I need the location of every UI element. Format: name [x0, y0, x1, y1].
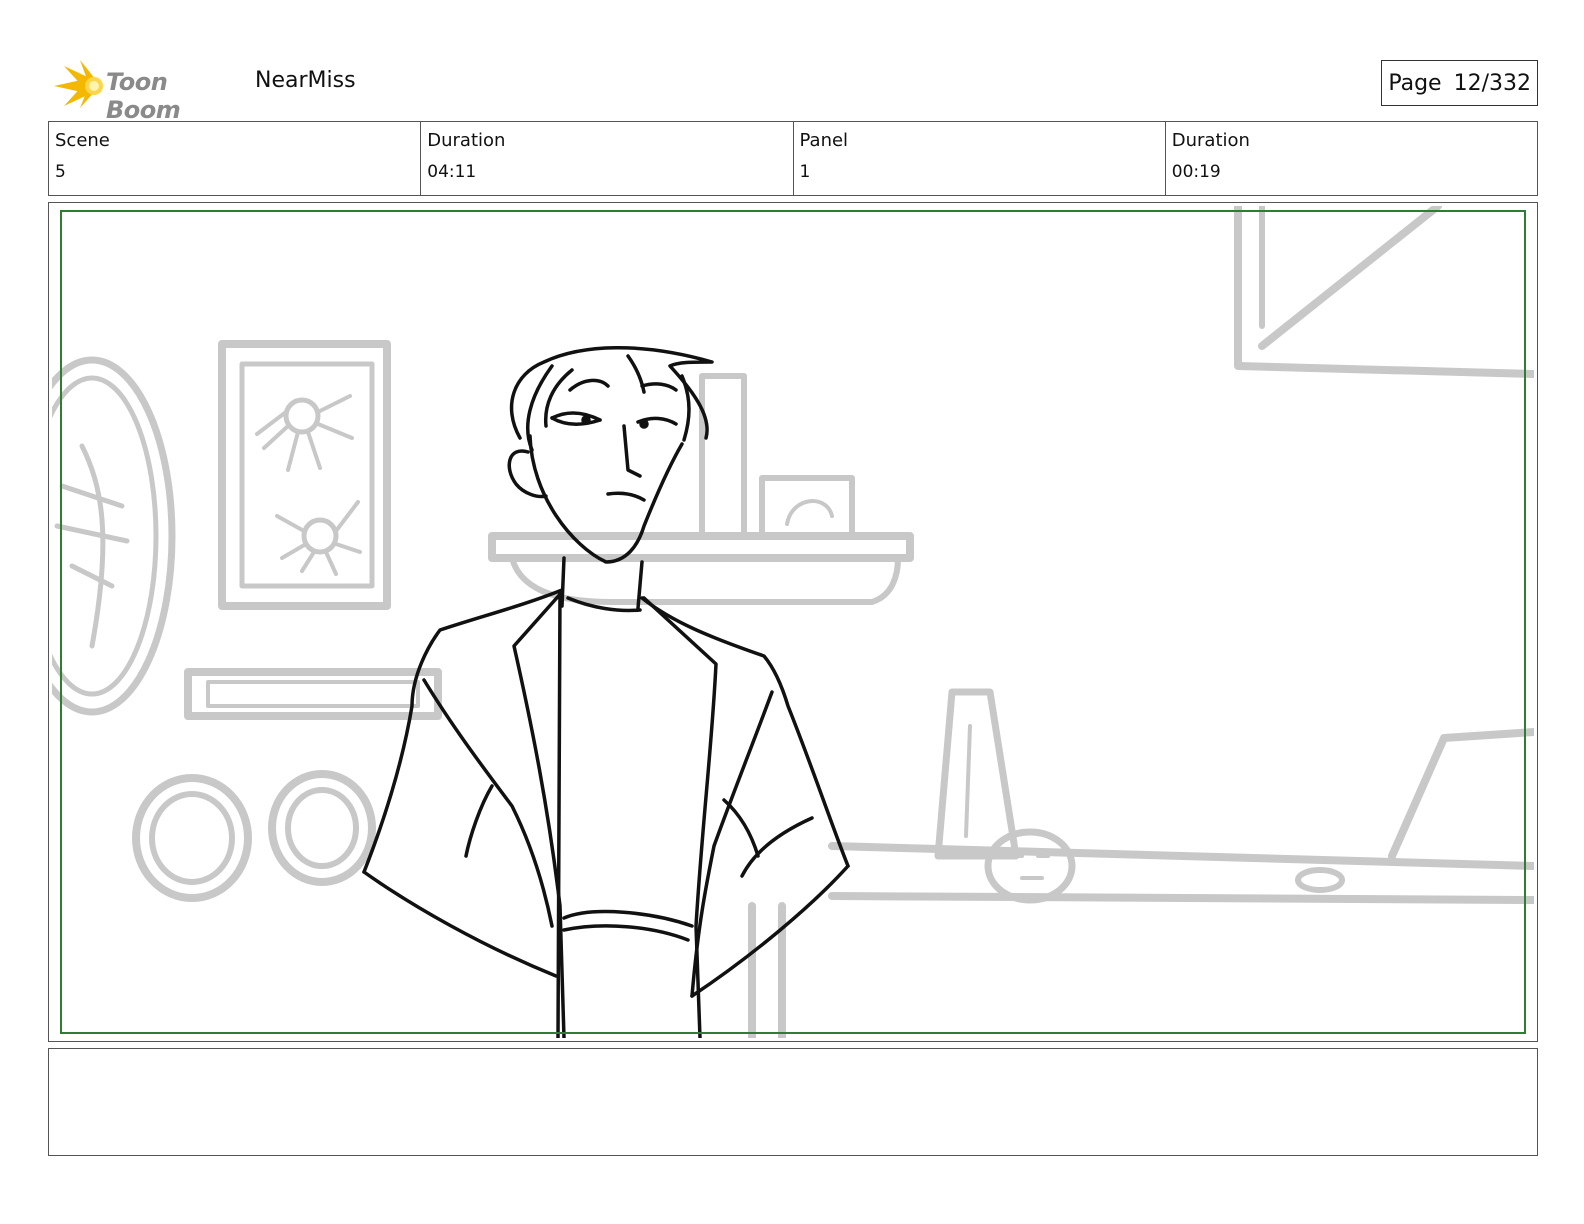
scene-duration-value: 04:11	[427, 162, 477, 182]
scene-value: 5	[55, 162, 66, 182]
panel-value: 1	[799, 162, 811, 182]
scene-duration-label: Duration	[427, 130, 506, 151]
panel-notes-box[interactable]	[48, 1048, 1538, 1156]
panel-cell: Panel 1	[794, 122, 1166, 195]
project-title: NearMiss	[255, 68, 356, 93]
scene-cell: Scene 5	[49, 122, 422, 195]
page-counter: Page 12/332	[1381, 60, 1538, 106]
page-value: 12/332	[1453, 70, 1531, 96]
toon-boom-logo: Toon Boom	[50, 56, 240, 124]
page-label: Page	[1388, 70, 1442, 96]
panel-duration-cell: Duration 00:19	[1166, 122, 1537, 195]
scene-label: Scene	[55, 130, 110, 151]
panel-label: Panel	[799, 130, 849, 151]
brand-name: Toon Boom	[106, 68, 181, 124]
panel-duration-label: Duration	[1171, 130, 1250, 151]
safe-frame	[60, 210, 1526, 1034]
page-header: Toon Boom NearMiss Page 12/332	[48, 52, 1538, 124]
panel-duration-value: 00:19	[1171, 162, 1221, 182]
scene-duration-cell: Duration 04:11	[421, 122, 794, 195]
starburst-icon	[54, 60, 103, 108]
panel-info-bar: Scene 5 Duration 04:11 Panel 1 Duration …	[48, 121, 1538, 196]
